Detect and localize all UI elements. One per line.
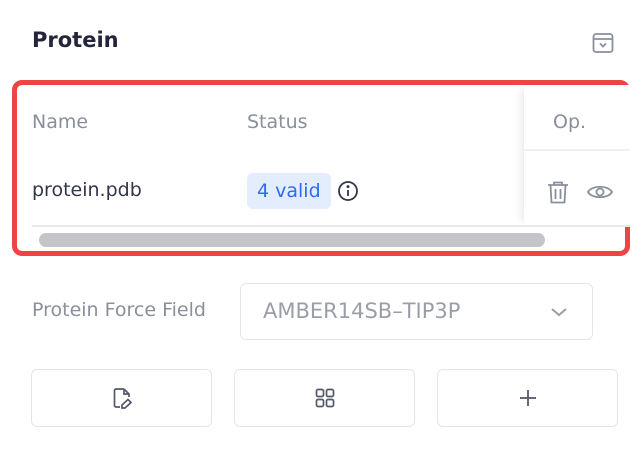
collapse-panel-icon — [592, 33, 614, 53]
force-field-label: Protein Force Field — [32, 299, 206, 321]
grid-icon — [315, 388, 334, 408]
add-button[interactable] — [437, 369, 618, 427]
edit-file-button[interactable] — [31, 369, 212, 427]
column-header-name: Name — [32, 111, 89, 133]
panel-title: Protein — [32, 28, 119, 52]
operations-column — [524, 85, 630, 225]
force-field-value: AMBER14SB–TIP3P — [263, 299, 461, 323]
column-header-op: Op. — [553, 111, 587, 133]
horizontal-scrollbar[interactable] — [32, 228, 630, 248]
plus-icon — [519, 390, 536, 406]
info-icon[interactable] — [337, 180, 359, 202]
chevron-down-icon — [551, 308, 567, 317]
eye-icon[interactable] — [586, 181, 614, 203]
grid-view-button[interactable] — [234, 369, 415, 427]
trash-icon[interactable] — [545, 179, 571, 205]
scrollbar-thumb[interactable] — [39, 233, 545, 247]
collapse-panel-button[interactable] — [590, 30, 616, 56]
column-header-status: Status — [247, 111, 308, 133]
status-badge: 4 valid — [247, 173, 331, 209]
file-name-cell: protein.pdb — [32, 179, 142, 201]
row-divider — [32, 225, 630, 227]
protein-panel: Protein Name Status protein.pdb 4 valid … — [0, 0, 644, 464]
force-field-select[interactable]: AMBER14SB–TIP3P — [240, 283, 593, 340]
edit-file-icon — [113, 388, 132, 409]
protein-table: Name Status protein.pdb 4 valid Op. — [12, 80, 630, 256]
op-header-divider — [524, 149, 630, 151]
